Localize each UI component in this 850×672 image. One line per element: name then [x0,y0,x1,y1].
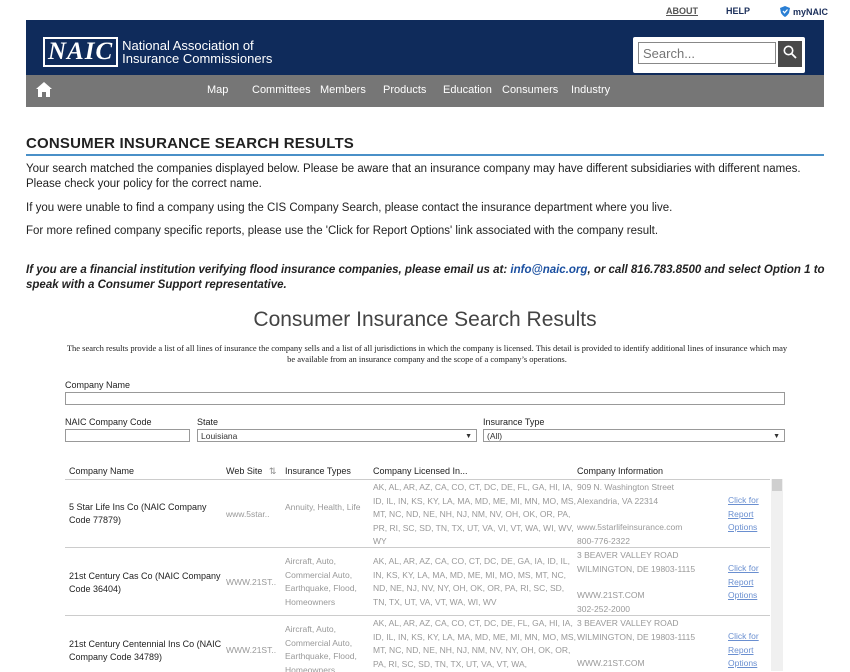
nav-item-education[interactable]: Education [443,84,492,96]
website-cell[interactable]: www.5star.. [226,508,269,522]
logo-mark: NAIC [43,37,119,67]
cis-contact-paragraph: If you were unable to find a company usi… [26,202,673,214]
state-selected-value: Louisiana [201,431,238,441]
naic-code-input[interactable] [65,429,190,442]
licensed-states-cell: AK, AL, AR, AZ, CA, CO, CT, DC, DE, FL, … [373,482,576,546]
nav-item-members[interactable]: Members [320,84,366,96]
company-name-cell: 21st Century Centennial Ins Co (NAIC Com… [69,639,222,662]
sort-icon[interactable]: ⇅ [269,466,277,476]
company-phone: 800-776-2322 [577,535,630,546]
insurance-type-select[interactable]: (All) ▼ [483,429,785,442]
column-header-insurance-types[interactable]: Insurance Types [285,466,351,476]
licensed-states-cell: AK, AL, AR, AZ, CA, CO, CT, DC, DE, FL, … [373,618,576,669]
chevron-down-icon: ▼ [773,433,780,440]
intro-paragraph: Your search matched the companies displa… [26,163,801,190]
company-name-label: Company Name [65,380,131,390]
report-options-link[interactable]: Click for Report Options [728,494,768,535]
column-header-web-site[interactable]: Web Site ⇅ [226,466,276,477]
company-info-cell: 3 BEAVER VALLEY ROAD WILMINGTON, DE 1980… [577,549,727,616]
mynaic-label: myNAIC [793,7,829,17]
cis-results-description: The search results provide a list of all… [66,343,788,364]
site-header: NAIC National Association of Insurance C… [26,20,824,75]
insurance-type-label: Insurance Type [483,417,545,427]
column-header-company-info[interactable]: Company Information [577,466,663,476]
nav-item-committees[interactable]: Committees [252,84,311,96]
address-line-1: 3 BEAVER VALLEY ROAD [577,550,679,560]
licensed-states-cell: AK, AL, AR, AZ, CA, CO, CT, DC, DE, GA, … [373,556,570,607]
insurance-type-selected-value: (All) [487,431,503,441]
state-label: State [197,417,219,427]
nav-item-products[interactable]: Products [383,84,426,96]
shield-icon [780,5,790,19]
address-line-1: 3 BEAVER VALLEY ROAD [577,618,679,628]
company-name-cell: 21st Century Cas Co (NAIC Company Code 3… [69,571,221,594]
company-website: www.5starlifeinsurance.com [577,522,683,532]
insurance-types-cell: Aircraft, Auto, Commercial Auto, Earthqu… [285,556,357,607]
table-scrollbar[interactable] [771,479,783,671]
company-name-input[interactable] [65,392,785,405]
search-input[interactable] [638,42,776,64]
search-icon [783,45,797,64]
insurance-types-cell: Annuity, Health, Life [285,502,361,512]
about-link[interactable]: ABOUT [666,6,698,18]
address-line-2: WILMINGTON, DE 19803-1115 [577,631,696,642]
report-options-link[interactable]: Click for Report Options [728,630,768,671]
company-info-cell: 909 N. Washington Street Alexandria, VA … [577,481,727,548]
nav-item-industry[interactable]: Industry [571,84,610,96]
column-header-licensed-in[interactable]: Company Licensed In... [373,466,468,476]
report-options-paragraph: For more refined company specific report… [26,225,659,237]
search-box [633,37,805,73]
website-cell[interactable]: WWW.21ST.. [226,644,276,658]
naic-logo[interactable]: NAIC National Association of Insurance C… [43,37,272,67]
mynaic-link[interactable]: myNAIC [780,5,829,19]
address-line-2: Alexandria, VA 22314 [577,495,659,506]
column-header-web-site-label: Web Site [226,466,263,476]
table-row: 21st Century Cas Co (NAIC Company Code 3… [65,547,770,616]
nav-item-map[interactable]: Map [207,84,228,96]
chevron-down-icon: ▼ [465,433,472,440]
cis-results-title: Consumer Insurance Search Results [253,308,597,331]
table-row: 21st Century Centennial Ins Co (NAIC Com… [65,615,770,672]
address-line-2: WILMINGTON, DE 19803-1115 [577,563,696,574]
naic-code-label: NAIC Company Code [65,417,152,427]
help-link[interactable]: HELP [726,6,750,18]
search-button[interactable] [778,41,802,67]
company-info-cell: 3 BEAVER VALLEY ROAD WILMINGTON, DE 1980… [577,617,727,671]
company-phone: 302-252-2000 [577,603,630,614]
company-name-cell: 5 Star Life Ins Co (NAIC Company Code 77… [69,502,207,525]
flood-notice: If you are a financial institution verif… [26,263,826,293]
column-header-company-name[interactable]: Company Name [69,466,134,476]
home-icon[interactable] [36,82,52,102]
logo-line-2: Insurance Commissioners [122,51,273,66]
email-link[interactable]: info@naic.org [510,264,587,276]
table-row: 5 Star Life Ins Co (NAIC Company Code 77… [65,479,770,548]
state-select[interactable]: Louisiana ▼ [197,429,477,442]
table-scrollbar-thumb[interactable] [772,479,782,491]
nav-item-consumers[interactable]: Consumers [502,84,558,96]
website-cell[interactable]: WWW.21ST.. [226,576,276,590]
company-website: WWW.21ST.COM [577,590,645,600]
main-nav: Map Committees Members Products Educatio… [26,75,824,107]
address-line-1: 909 N. Washington Street [577,482,675,492]
page-title: CONSUMER INSURANCE SEARCH RESULTS [26,135,355,152]
flood-notice-prefix: If you are a financial institution verif… [26,264,508,276]
title-divider [26,154,824,156]
logo-text: National Association of Insurance Commis… [122,39,272,65]
company-website: WWW.21ST.COM [577,658,645,668]
insurance-types-cell: Aircraft, Auto, Commercial Auto, Earthqu… [285,624,357,672]
report-options-link[interactable]: Click for Report Options [728,562,768,603]
